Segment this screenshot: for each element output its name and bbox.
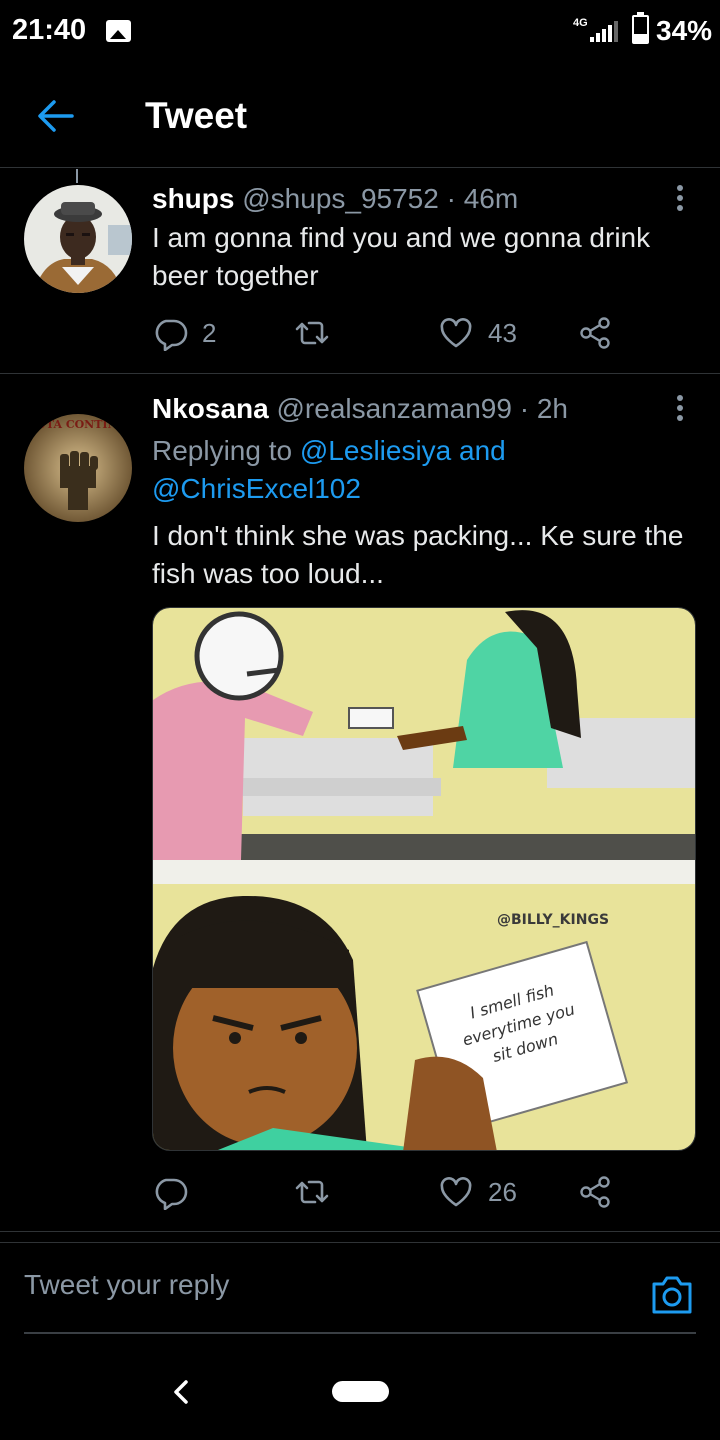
like-icon — [440, 318, 472, 348]
retweet-button[interactable] — [294, 1172, 330, 1212]
reply-count: 2 — [202, 317, 217, 348]
media-watermark: @BILLY_KINGS — [497, 912, 609, 928]
mention-and[interactable]: and — [459, 435, 506, 466]
tweet-media-image[interactable]: @BILLY_KINGS I smell fish everytime you … — [152, 607, 696, 1151]
reply-compose-bar: Tweet your reply — [0, 1242, 720, 1334]
page-title: Tweet — [145, 95, 248, 136]
tweet-header: shups @shups_95752 · 46m — [152, 183, 518, 215]
status-bar: 21:40 4G 34% — [0, 0, 720, 62]
reply-button[interactable] — [152, 1172, 188, 1212]
tweet-header: Nkosana @realsanzaman99 · 2h — [152, 393, 568, 425]
share-button[interactable] — [577, 1172, 613, 1212]
back-arrow-icon[interactable] — [34, 94, 78, 138]
share-icon — [580, 1176, 610, 1208]
retweet-icon — [295, 1180, 329, 1204]
thread-connector — [76, 169, 78, 183]
like-button[interactable]: 43 — [438, 313, 517, 353]
share-icon — [580, 317, 610, 349]
author-meta: @realsanzaman99 · 2h — [276, 393, 568, 424]
replying-to: Replying to @Lesliesiya and @ChrisExcel1… — [152, 432, 702, 508]
retweet-button[interactable] — [294, 313, 330, 353]
like-button[interactable]: 26 — [438, 1172, 517, 1212]
avatar[interactable] — [24, 185, 132, 293]
like-count: 43 — [488, 317, 517, 348]
reply-icon — [155, 319, 188, 351]
tweet-text: I don't think she was packing... Ke sure… — [152, 520, 684, 589]
tweet-nkosana[interactable]: ALUTA CONTINUA Nkosana @realsanzaman99 ·… — [0, 375, 720, 1232]
like-icon — [440, 1177, 472, 1207]
gallery-notification-icon — [106, 20, 131, 42]
battery-percent: 34% — [656, 15, 713, 46]
network-type: 4G — [573, 17, 588, 29]
mention-link[interactable]: @ChrisExcel102 — [152, 473, 361, 504]
system-home-pill[interactable] — [332, 1381, 389, 1402]
app-header: Tweet — [0, 62, 720, 168]
tweet-shups[interactable]: shups @shups_95752 · 46m I am gonna find… — [0, 169, 720, 374]
avatar-text: ALUTA CONTINUA — [24, 418, 132, 431]
retweet-icon — [295, 321, 329, 345]
camera-icon[interactable] — [650, 1274, 694, 1316]
tweet-actions: 26 — [152, 1172, 632, 1212]
share-button[interactable] — [577, 313, 613, 353]
more-vert-icon[interactable] — [668, 183, 692, 213]
tweet-actions: 2 43 — [152, 313, 632, 353]
avatar[interactable]: ALUTA CONTINUA — [24, 414, 132, 522]
more-vert-icon[interactable] — [668, 393, 692, 423]
mention-link[interactable]: @Lesliesiya — [300, 435, 451, 466]
like-count: 26 — [488, 1176, 517, 1207]
battery-level — [634, 33, 647, 42]
system-back-icon[interactable] — [170, 1378, 194, 1406]
reply-input-underline — [24, 1332, 696, 1334]
tweet-text: I am gonna find you and we gonna drink b… — [152, 222, 651, 291]
reply-input[interactable]: Tweet your reply — [24, 1269, 624, 1309]
author-name[interactable]: shups — [152, 183, 234, 214]
status-time: 21:40 — [12, 14, 87, 46]
reply-button[interactable]: 2 — [152, 313, 216, 353]
signal-icon — [590, 20, 620, 42]
battery-icon — [632, 12, 649, 44]
author-meta: @shups_95752 · 46m — [242, 183, 519, 214]
replying-prefix: Replying to — [152, 435, 293, 466]
reply-icon — [155, 1178, 188, 1210]
author-name[interactable]: Nkosana — [152, 393, 269, 424]
